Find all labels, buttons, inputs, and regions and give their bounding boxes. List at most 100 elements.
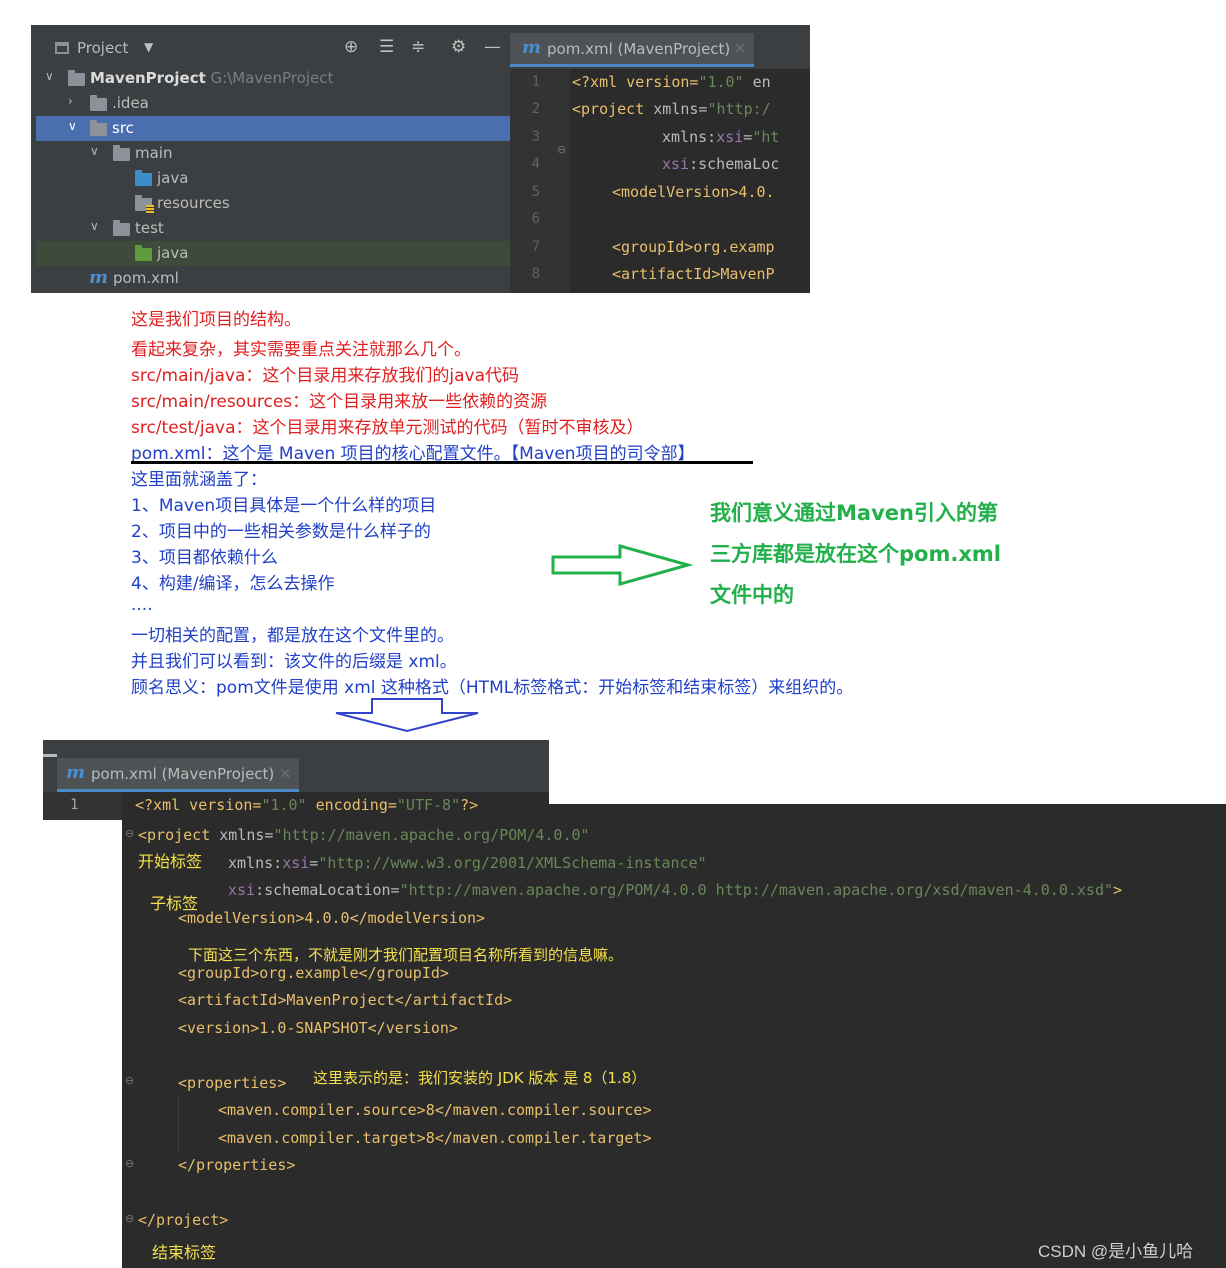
note-start-tag: 开始标签	[138, 852, 203, 871]
fold-icon[interactable]: ⊖	[125, 827, 134, 840]
annotation-blue-line: 4、构建/编译，怎么去操作	[131, 574, 335, 594]
note-end-tag: 结束标签	[152, 1243, 217, 1262]
tree-item-mavenproject[interactable]: ∨ MavenProject G:\MavenProject	[36, 66, 510, 91]
blue-down-arrow	[335, 698, 479, 733]
watermark: CSDN @是小鱼儿哈	[1038, 1242, 1194, 1261]
code-line: </properties>	[178, 1156, 296, 1174]
code-line: <maven.compiler.source>8</maven.compiler…	[218, 1101, 652, 1119]
tab-label: pom.xml (MavenProject)	[91, 765, 275, 783]
annotation-blue-line: 2、项目中的一些相关参数是什么样子的	[131, 522, 431, 542]
tree-item-test-java[interactable]: java	[36, 241, 510, 266]
code-line: <version>1.0-SNAPSHOT</version>	[178, 1019, 458, 1037]
tab-scroll-icon[interactable]	[43, 754, 57, 757]
annotation-blue-line: ....	[131, 595, 153, 615]
code-line: <modelVersion>4.0.	[612, 183, 775, 201]
annotation-red-line: src/main/resources：这个目录用来放一些依赖的资源	[131, 392, 548, 412]
green-right-arrow	[551, 544, 694, 586]
annotation-blue-line: 一切相关的配置，都是放在这个文件里的。	[131, 626, 454, 646]
code-line: <groupId>org.example</groupId>	[178, 964, 449, 982]
folder-icon	[90, 120, 107, 136]
green-annotation: 我们意义通过Maven引入的第 三方库都是放在这个pom.xml 文件中的	[710, 493, 1030, 616]
fold-icon[interactable]: ⊖	[125, 1074, 134, 1087]
annotation-red-line: src/main/java：这个目录用来存放我们的java代码	[131, 366, 519, 386]
expand-all-icon[interactable]: ☰	[379, 37, 394, 57]
chevron-down-icon[interactable]: ▼	[144, 40, 153, 54]
annotation-blue-line: 3、项目都依赖什么	[131, 548, 278, 568]
fold-icon[interactable]: ⊖	[125, 1212, 134, 1225]
line-number: 1	[531, 74, 540, 90]
line-gutter: 1 2 3 4 5 6 7 8 ⊖	[510, 69, 570, 293]
annotation-blue-line: 顾名思义：pom文件是使用 xml 这种格式（HTML标签格式：开始标签和结束标…	[131, 678, 854, 698]
editor-pane: m pom.xml (MavenProject) × 1 2 3 4 5 6 7…	[510, 25, 810, 293]
maven-icon: m	[66, 762, 86, 783]
locate-icon[interactable]: ⊕	[344, 37, 358, 57]
line-number: 3	[531, 129, 540, 145]
tree-item-path: G:\MavenProject	[210, 69, 334, 87]
resources-badge-icon	[146, 205, 154, 213]
line-number: 1	[70, 797, 79, 813]
code-line: <artifactId>MavenP	[612, 265, 775, 283]
chevron-right-icon[interactable]: ›	[68, 94, 73, 108]
folder-icon	[113, 145, 130, 161]
fold-icon[interactable]: ⊖	[557, 143, 566, 156]
chevron-down-icon[interactable]: ∨	[90, 144, 99, 158]
note-jdk-version: 这里表示的是：我们安装的 JDK 版本 是 8（1.8）	[313, 1069, 647, 1087]
tree-item-idea[interactable]: › .idea	[36, 91, 510, 116]
annotation-blue-line: 1、Maven项目具体是一个什么样的项目	[131, 496, 437, 516]
module-folder-icon	[68, 70, 85, 86]
note-three-things: 下面这三个东西，不就是刚才我们配置项目名称所看到的信息嘛。	[188, 946, 624, 964]
tree-item-resources[interactable]: resources	[36, 191, 510, 216]
line-number: 6	[531, 211, 540, 227]
tab-pom-xml[interactable]: m pom.xml (MavenProject) ×	[510, 33, 754, 67]
tree-item-label: test	[135, 219, 164, 237]
annotation-red-line: src/test/java：这个目录用来存放单元测试的代码（暂时不审核及）	[131, 418, 644, 438]
tree-item-label: java	[157, 244, 189, 262]
gear-icon[interactable]: ⚙	[451, 37, 466, 57]
source-folder-icon	[135, 170, 152, 186]
underline	[131, 461, 753, 464]
tree-item-label: java	[157, 169, 189, 187]
note-child-tag: 子标签	[150, 894, 199, 913]
green-annotation-line: 文件中的	[710, 583, 794, 607]
line-number: 7	[531, 239, 540, 255]
chevron-down-icon[interactable]: ∨	[90, 219, 99, 233]
fold-icon[interactable]: ⊖	[125, 1157, 134, 1170]
code-line: xsi:schemaLoc	[662, 155, 780, 173]
line-number: 8	[531, 266, 540, 282]
indent-guide	[178, 1094, 179, 1154]
close-icon[interactable]: ×	[734, 39, 747, 57]
tree-item-main-java[interactable]: java	[36, 166, 510, 191]
line-number: 4	[531, 156, 540, 172]
tree-item-pom[interactable]: m pom.xml	[36, 266, 510, 291]
tree-item-label: src	[112, 119, 134, 137]
folder-icon	[90, 95, 107, 111]
arrow-shape	[335, 698, 479, 733]
code-line: <properties>	[178, 1074, 287, 1092]
tree-item-src[interactable]: ∨ src	[36, 116, 510, 141]
tree-item-label: resources	[157, 194, 230, 212]
green-annotation-line: 我们意义通过Maven引入的第	[710, 501, 998, 525]
chevron-down-icon[interactable]: ∨	[45, 69, 54, 83]
collapse-all-icon[interactable]: ≑	[411, 37, 425, 57]
tab-pom-xml[interactable]: m pom.xml (MavenProject) ×	[57, 758, 299, 792]
chevron-down-icon[interactable]: ∨	[68, 119, 77, 133]
tree-item-main[interactable]: ∨ main	[36, 141, 510, 166]
annotation-red-line: 这是我们项目的结构。	[131, 310, 301, 330]
code-line: <groupId>org.examp	[612, 238, 775, 256]
annotation-blue-line: 并且我们可以看到：该文件的后缀是 xml。	[131, 652, 457, 672]
maven-icon: m	[522, 37, 542, 58]
code-line: xmlns:xsi="ht	[662, 128, 780, 146]
tree-item-test[interactable]: ∨ test	[36, 216, 510, 241]
line-gutter: 1	[43, 792, 122, 820]
code-line: <?xml version="1.0" encoding="UTF-8"?>	[135, 796, 479, 814]
tree-item-label: MavenProject	[90, 69, 206, 87]
project-view-icon	[55, 42, 69, 54]
minimize-icon[interactable]: —	[484, 37, 501, 57]
code-line: <project xmlns="http:/	[572, 100, 771, 118]
annotation-blue-line: 这里面就涵盖了：	[131, 470, 267, 490]
annotation-red-line: 看起来复杂，其实需要重点关注就那么几个。	[131, 340, 471, 360]
line-number: 2	[531, 101, 540, 117]
close-icon[interactable]: ×	[279, 764, 292, 782]
project-panel-title[interactable]: Project	[77, 39, 128, 57]
code-line: <artifactId>MavenProject</artifactId>	[178, 991, 513, 1009]
